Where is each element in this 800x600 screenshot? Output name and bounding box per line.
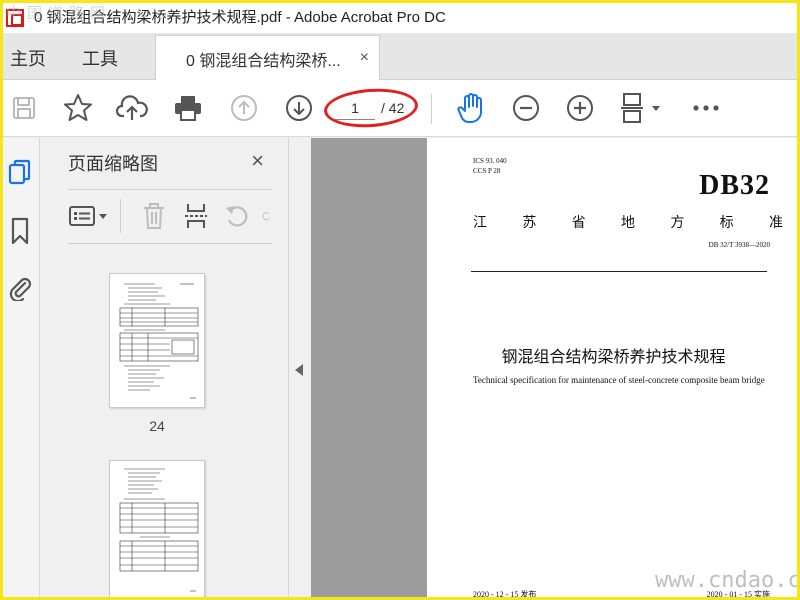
page-up-icon[interactable] (228, 92, 260, 124)
delete-page-icon[interactable] (142, 201, 166, 231)
collapse-panel-button[interactable] (290, 138, 311, 600)
star-icon[interactable] (62, 92, 94, 124)
ics-code: ICS 93. 040 CCS P 28 (473, 156, 507, 176)
province-char: 准 (768, 215, 783, 231)
hand-icon[interactable] (455, 92, 487, 124)
print-icon[interactable] (172, 92, 204, 124)
tab-document[interactable]: 0 钢混组合结构梁桥... × (155, 35, 380, 81)
page-thumbnail[interactable] (109, 273, 205, 408)
more-icon[interactable] (690, 92, 722, 124)
province-char: 标 (719, 215, 734, 231)
tab-close-button[interactable]: × (360, 49, 369, 67)
rotate-left-icon[interactable] (223, 201, 251, 231)
cloud-upload-icon[interactable] (116, 92, 148, 124)
title-bar: 0 钢混组合结构梁桥养护技术规程.pdf - Adobe Acrobat Pro… (0, 0, 800, 33)
thumbs-divider (120, 199, 121, 233)
release-date: 2020 - 12 - 15 发布 (473, 590, 537, 599)
province-char: 方 (670, 215, 685, 231)
standard-type: 江 苏 省 地 方 标 准 (473, 212, 783, 232)
header-rule (471, 271, 767, 272)
thumbnails-panel: 页面缩略图 × 24 (40, 138, 318, 600)
ccs-line: CCS P 28 (473, 167, 501, 175)
save-icon[interactable] (8, 92, 40, 124)
standard-number: DB 32/T 3938—2020 (708, 241, 770, 249)
province-char: 地 (620, 215, 635, 231)
zoom-in-icon[interactable] (564, 92, 596, 124)
watermark-bottom-right: www.cndao.com (655, 568, 800, 593)
page-thumbnails-icon[interactable] (6, 158, 34, 188)
page-down-icon[interactable] (283, 92, 315, 124)
toolbar-divider (431, 94, 432, 124)
page-thumbnail-label: 24 (149, 418, 165, 434)
watermark-top-left: 中国道路网 (6, 5, 112, 22)
rotate-right-icon[interactable] (261, 201, 272, 231)
thumbnails-close-button[interactable]: × (251, 148, 264, 174)
document-page: ICS 93. 040 CCS P 28 DB32 江 苏 省 地 方 标 准 … (427, 138, 800, 600)
document-area: ICS 93. 040 CCS P 28 DB32 江 苏 省 地 方 标 准 … (290, 138, 800, 600)
document-title-en: Technical specification for maintenance … (473, 375, 765, 385)
province-char: 省 (571, 215, 586, 231)
toolbar: / 42 (0, 80, 800, 137)
zoom-out-icon[interactable] (510, 92, 542, 124)
ics-line: ICS 93. 040 (473, 157, 507, 165)
left-rail (0, 138, 40, 600)
thumbnails-panel-title: 页面缩略图 (68, 154, 158, 174)
document-title-cn: 钢混组合结构梁桥养护技术规程 (501, 347, 726, 366)
tab-tools[interactable]: 工具 (82, 45, 118, 71)
page-thumbnail[interactable] (109, 460, 205, 600)
thumbnails-toolbar (68, 189, 272, 244)
thumbnail-options-icon[interactable] (68, 201, 110, 231)
province-char: 江 (473, 215, 487, 231)
fit-page-icon[interactable] (618, 92, 666, 124)
tab-home[interactable]: 主页 (10, 45, 46, 71)
tab-bar: 主页 工具 0 钢混组合结构梁桥... × (0, 33, 800, 81)
bookmark-icon[interactable] (6, 216, 34, 246)
insert-page-icon[interactable] (183, 201, 209, 231)
collapse-arrow-icon (295, 364, 303, 376)
tab-document-label: 0 钢混组合结构梁桥... (186, 52, 341, 70)
annotation-circle (322, 85, 420, 131)
standard-code: DB32 (699, 170, 770, 201)
province-char: 苏 (522, 215, 537, 231)
attachment-icon[interactable] (6, 272, 34, 302)
